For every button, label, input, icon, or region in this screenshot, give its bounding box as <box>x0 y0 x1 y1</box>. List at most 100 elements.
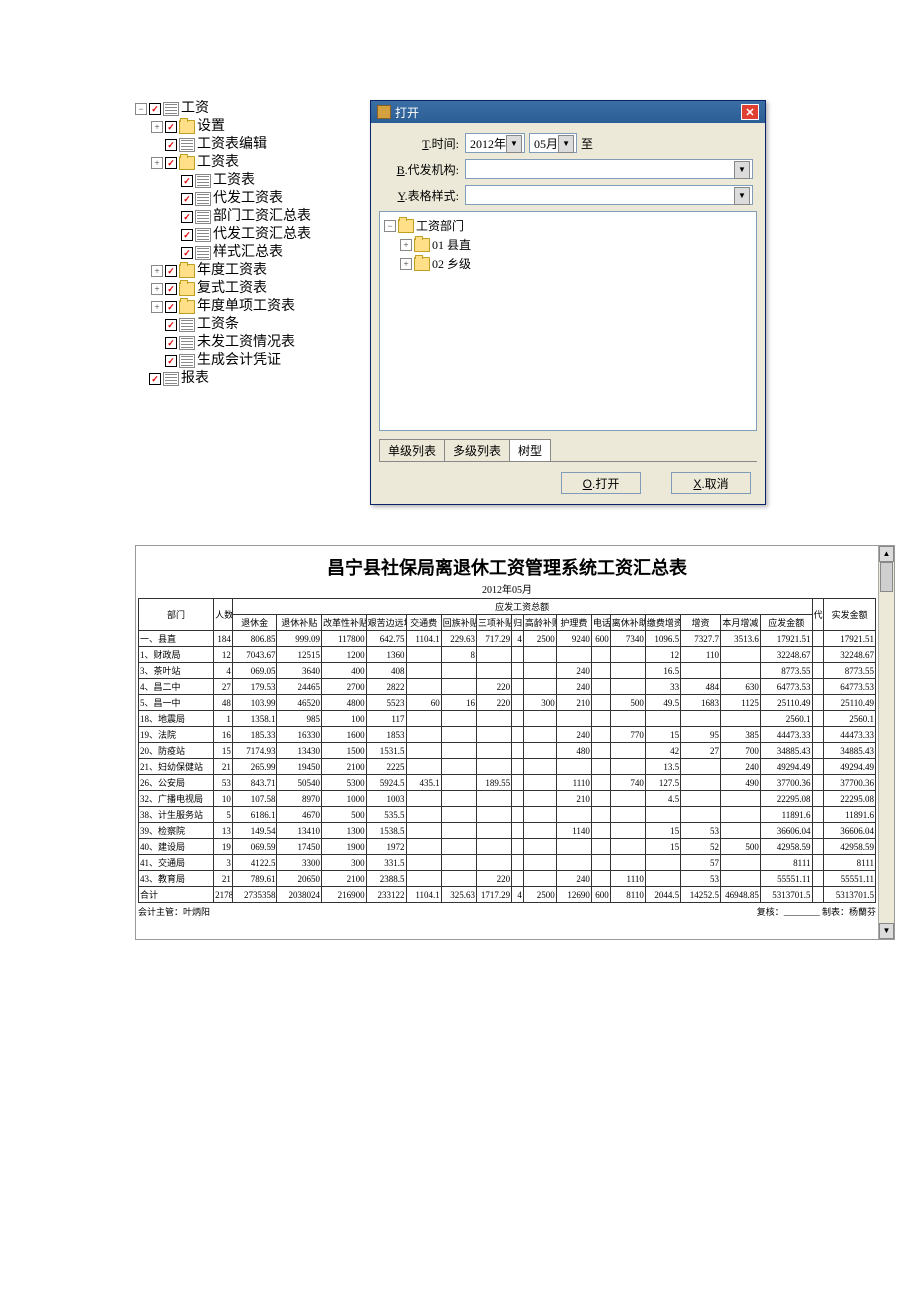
tree-item[interactable]: +✓工资表 <box>151 154 358 172</box>
expand-icon[interactable]: + <box>151 157 163 169</box>
dept-item[interactable]: +01 县直 <box>400 235 752 254</box>
tree-item[interactable]: +✓复式工资表 <box>151 280 358 298</box>
checkbox-icon[interactable]: ✓ <box>181 175 193 187</box>
checkbox-icon[interactable]: ✓ <box>181 211 193 223</box>
tree-root-label: 工资 <box>181 100 209 118</box>
tree-item[interactable]: ✓工资表编辑 <box>151 136 358 154</box>
bank-dropdown[interactable] <box>465 159 753 179</box>
tree-root[interactable]: − ✓ 工资 <box>135 100 358 118</box>
checkbox-icon[interactable]: ✓ <box>165 337 177 349</box>
file-icon <box>163 372 179 386</box>
checkbox-icon[interactable]: ✓ <box>165 283 177 295</box>
tree-item[interactable]: ✓样式汇总表 <box>167 244 358 262</box>
scroll-up-icon[interactable]: ▲ <box>879 546 894 562</box>
checkbox-icon[interactable]: ✓ <box>181 193 193 205</box>
table-row: 40、建设局19069.591745019001972155250042958.… <box>139 839 876 855</box>
style-dropdown[interactable] <box>465 185 753 205</box>
nav-tree: − ✓ 工资 +✓设置✓工资表编辑+✓工资表✓工资表✓代发工资表✓部门工资汇总表… <box>135 100 358 505</box>
dialog-icon <box>377 105 391 119</box>
expand-icon[interactable]: + <box>400 258 412 270</box>
tab-tree[interactable]: 树型 <box>509 439 551 461</box>
checkbox-icon[interactable]: ✓ <box>165 319 177 331</box>
tree-item[interactable]: ✓报表 <box>135 370 358 388</box>
table-row: 39、检察院13149.541341013001538.511401553366… <box>139 823 876 839</box>
report-title: 昌宁县社保局离退休工资管理系统工资汇总表 <box>138 554 876 580</box>
file-icon <box>195 210 211 224</box>
expand-icon[interactable]: + <box>400 239 412 251</box>
vertical-scrollbar[interactable]: ▲ ▼ <box>878 546 894 939</box>
checkbox-icon[interactable]: ✓ <box>149 103 161 115</box>
cancel-button[interactable]: X.取消 <box>671 472 751 494</box>
dept-item[interactable]: +02 乡级 <box>400 254 752 273</box>
checkbox-icon[interactable]: ✓ <box>149 373 161 385</box>
collapse-icon[interactable]: − <box>135 103 147 115</box>
checkbox-icon[interactable]: ✓ <box>165 139 177 151</box>
folder-icon <box>179 300 195 314</box>
collapse-icon[interactable]: − <box>384 220 396 232</box>
expand-icon[interactable]: + <box>151 121 163 133</box>
tree-item[interactable]: ✓部门工资汇总表 <box>167 208 358 226</box>
report-panel: 昌宁县社保局离退休工资管理系统工资汇总表 2012年05月 部门人数应发工资总额… <box>135 545 895 940</box>
table-row: 43、教育局21789.612065021002388.522024011105… <box>139 871 876 887</box>
year-dropdown[interactable]: 2012年 <box>465 133 525 153</box>
tree-item[interactable]: ✓代发工资表 <box>167 190 358 208</box>
tree-item[interactable]: ✓生成会计凭证 <box>151 352 358 370</box>
tab-row: 单级列表 多级列表 树型 <box>379 439 757 462</box>
footer-right: 复核：________ 制表：杨蘭芬 <box>757 905 876 918</box>
bank-label: B.代发机构: <box>379 161 459 178</box>
month-dropdown[interactable]: 05月 <box>529 133 577 153</box>
expand-icon[interactable]: + <box>151 301 163 313</box>
table-row: 20、防疫站157174.931343015001531.54804227700… <box>139 743 876 759</box>
file-icon <box>195 246 211 260</box>
table-row: 1、财政局127043.67125151200136081211032248.6… <box>139 647 876 663</box>
checkbox-icon[interactable]: ✓ <box>165 157 177 169</box>
tree-item[interactable]: +✓设置 <box>151 118 358 136</box>
folder-icon <box>179 282 195 296</box>
folder-icon <box>414 257 430 271</box>
table-row: 合计2178273535820380242169002331221104.132… <box>139 887 876 903</box>
tree-item[interactable]: +✓年度单项工资表 <box>151 298 358 316</box>
footer-left: 会计主管：叶炳阳 <box>138 905 210 918</box>
expand-icon[interactable]: + <box>151 283 163 295</box>
tab-multi[interactable]: 多级列表 <box>444 439 510 461</box>
style-label: Y.表格样式: <box>379 187 459 204</box>
tree-item[interactable]: ✓未发工资情况表 <box>151 334 358 352</box>
dialog-titlebar: 打开 ✕ <box>371 101 765 123</box>
checkbox-icon[interactable]: ✓ <box>181 229 193 241</box>
folder-icon <box>398 219 414 233</box>
tab-single[interactable]: 单级列表 <box>379 439 445 461</box>
scroll-down-icon[interactable]: ▼ <box>879 923 894 939</box>
expand-icon[interactable]: + <box>151 265 163 277</box>
checkbox-icon[interactable]: ✓ <box>165 355 177 367</box>
checkbox-icon[interactable]: ✓ <box>165 121 177 133</box>
table-row: 38、计生服务站56186.14670500535.511891.611891.… <box>139 807 876 823</box>
table-row: 26、公安局53843.715054053005924.5435.1189.55… <box>139 775 876 791</box>
dialog-title: 打开 <box>395 104 419 121</box>
checkbox-icon[interactable]: ✓ <box>165 301 177 313</box>
report-date: 2012年05月 <box>138 581 876 596</box>
to-label: 至 <box>581 135 593 152</box>
tree-item[interactable]: +✓年度工资表 <box>151 262 358 280</box>
open-button[interactable]: O.打开 <box>561 472 641 494</box>
tree-item[interactable]: ✓代发工资汇总表 <box>167 226 358 244</box>
folder-icon <box>179 120 195 134</box>
table-row: 32、广播电视局10107.588970100010032104.522295.… <box>139 791 876 807</box>
folder-icon <box>414 238 430 252</box>
time-label: TT.时间:.时间: <box>379 135 459 152</box>
dept-tree[interactable]: − 工资部门 +01 县直+02 乡级 <box>379 211 757 431</box>
checkbox-icon[interactable]: ✓ <box>181 247 193 259</box>
table-row: 18、地震局11358.19851001172560.12560.1 <box>139 711 876 727</box>
table-row: 3、茶叶站4069.05364040040824016.58773.558773… <box>139 663 876 679</box>
tree-item[interactable]: ✓工资表 <box>167 172 358 190</box>
close-icon[interactable]: ✕ <box>741 104 759 120</box>
folder-icon <box>179 156 195 170</box>
tree-item[interactable]: ✓工资条 <box>151 316 358 334</box>
table-row: 一、县直184806.85999.09117800642.751104.1229… <box>139 631 876 647</box>
file-icon <box>195 192 211 206</box>
table-row: 5、昌一中48103.99465204800552360162203002105… <box>139 695 876 711</box>
dept-root[interactable]: − 工资部门 <box>384 216 752 235</box>
folder-icon <box>179 264 195 278</box>
checkbox-icon[interactable]: ✓ <box>165 265 177 277</box>
scroll-thumb[interactable] <box>880 562 893 592</box>
file-icon <box>179 354 195 368</box>
